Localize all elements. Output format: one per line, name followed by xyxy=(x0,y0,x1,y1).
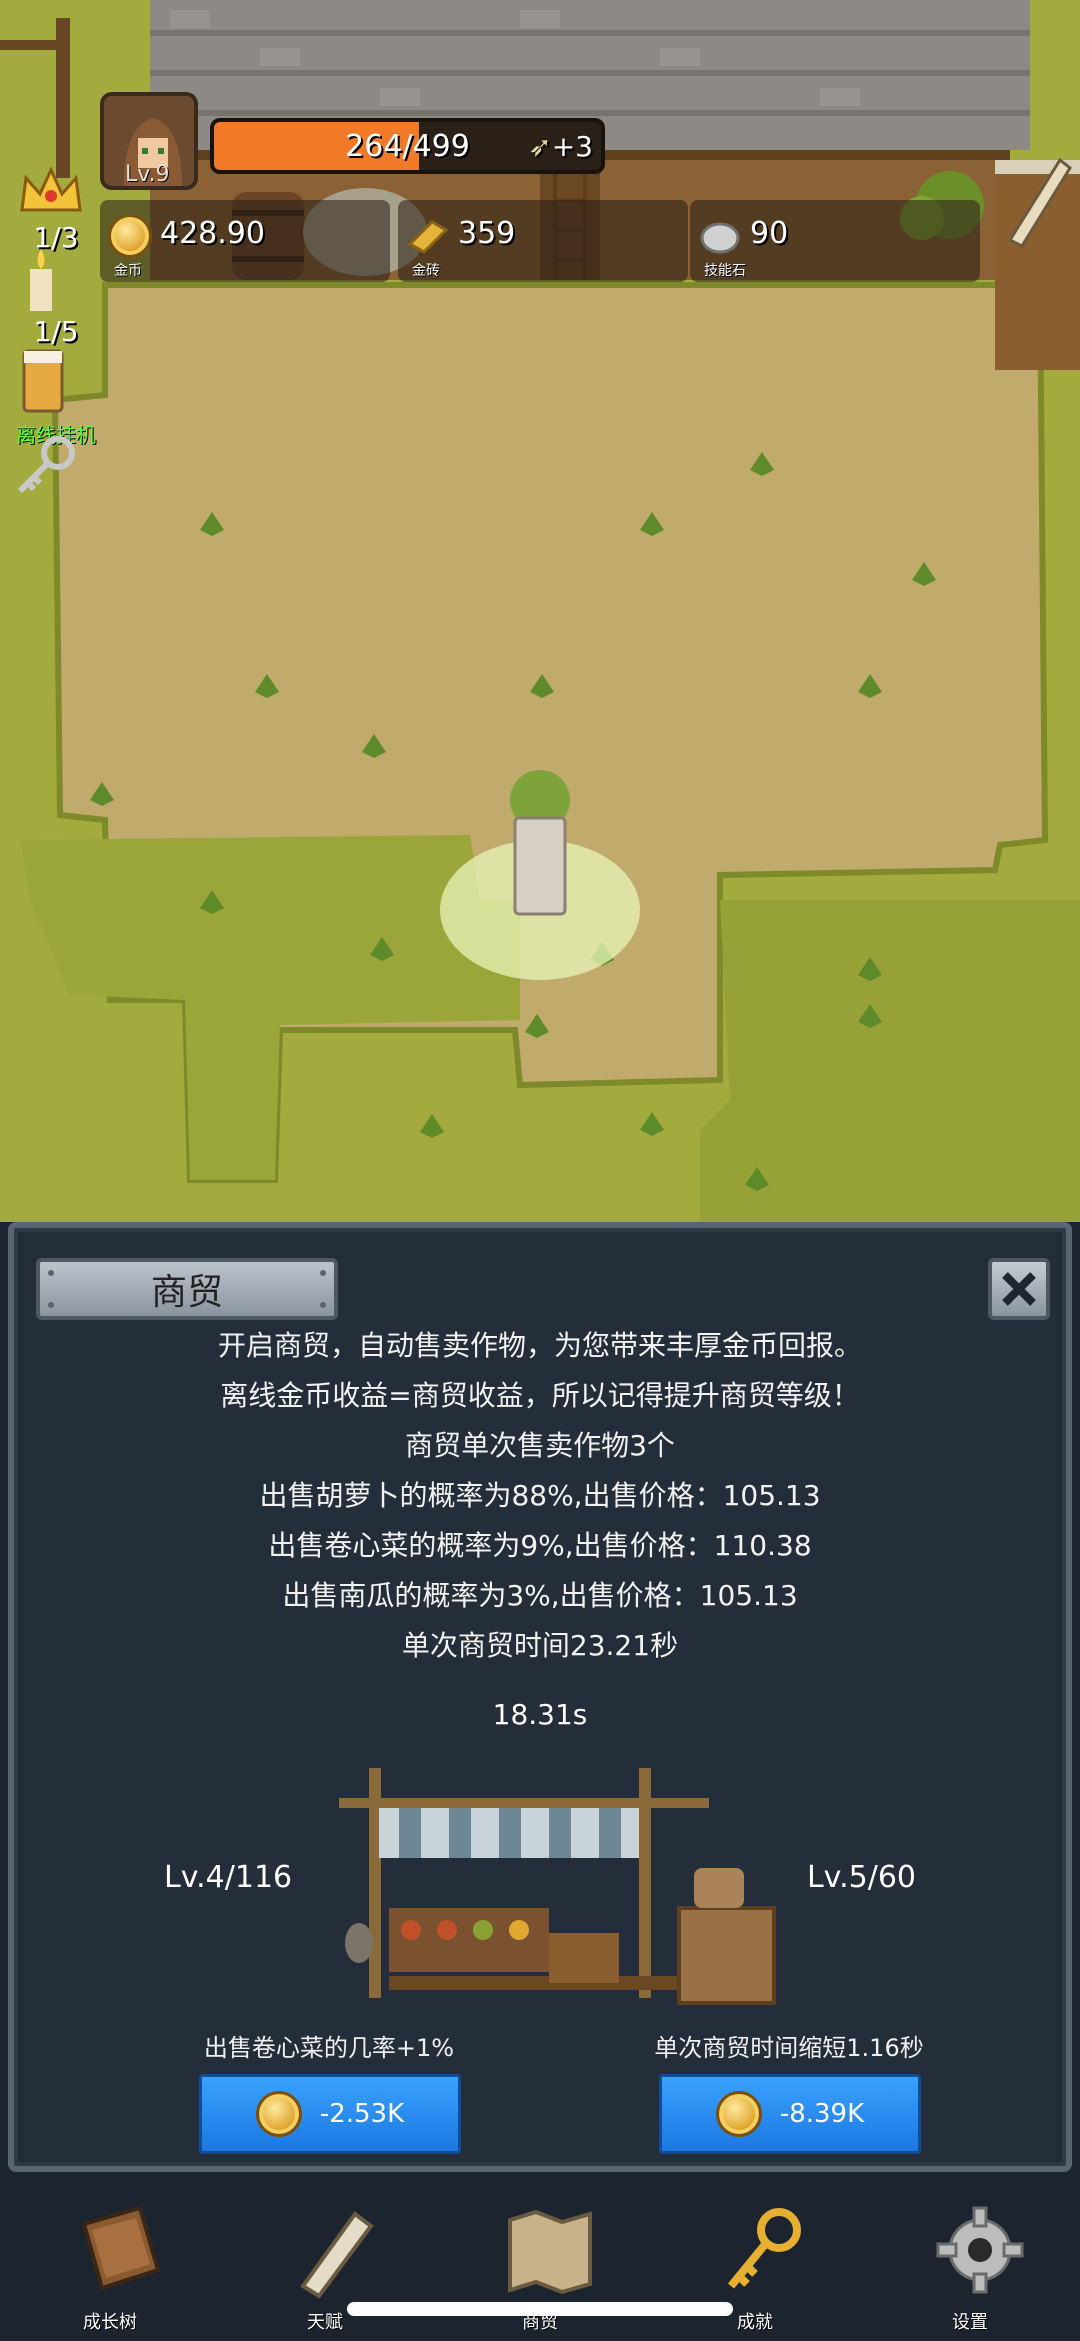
desc-line: 出售南瓜的概率为3%,出售价格：105.13 xyxy=(282,1579,798,1612)
game-screen: Lv.9 264/499 ➶+3 428.90 金币 359 金砖 90 技能石… xyxy=(0,0,1080,2341)
gold-brick-counter: 359 金砖 xyxy=(398,200,688,282)
right-upgrade-level: Lv.5/60 xyxy=(806,1860,916,1895)
nav-talent[interactable]: 天赋 xyxy=(255,2200,395,2333)
afk-button[interactable]: 离线挂机 xyxy=(10,423,102,494)
panel-title: 商贸 xyxy=(36,1258,338,1320)
nav-growth-tree[interactable]: 成长树 xyxy=(40,2200,180,2333)
drink-item[interactable]: 1/5 xyxy=(16,315,96,413)
desc-line: 出售胡萝卜的概率为88%,出售价格：105.13 xyxy=(259,1479,821,1512)
gold-label: 金币 xyxy=(114,263,142,279)
gear-icon xyxy=(936,2206,1024,2294)
desc-line: 开启商贸，自动售卖作物，为您带来丰厚金币回报。 xyxy=(217,1329,862,1362)
skill-stone-icon xyxy=(698,214,742,258)
upgrade-cost: -2.53K xyxy=(319,2099,405,2129)
gold-coin-icon xyxy=(255,2091,302,2137)
candle-item[interactable]: 1/3 xyxy=(16,221,96,311)
key-icon xyxy=(17,436,75,494)
golden-key-icon xyxy=(727,2208,801,2289)
gold-brick-icon xyxy=(406,214,450,258)
nav-achievement[interactable]: 成就 xyxy=(685,2200,825,2333)
nav-settings[interactable]: 设置 xyxy=(900,2200,1040,2333)
upgrade-cost: -8.39K xyxy=(779,2099,865,2129)
drink-mug-icon xyxy=(22,349,64,413)
map-icon xyxy=(508,2209,592,2295)
nav-trade[interactable]: 商贸 xyxy=(470,2200,610,2333)
left-upgrade-level: Lv.4/116 xyxy=(164,1860,293,1895)
nav-label: 成长树 xyxy=(83,2312,137,2333)
candle-icon xyxy=(30,249,52,311)
market-stall-icon xyxy=(339,1768,776,2005)
farm-scene: Lv.9 264/499 ➶+3 428.90 金币 359 金砖 90 技能石… xyxy=(0,0,1080,1222)
home-indicator[interactable] xyxy=(347,2302,733,2316)
gold-coin-icon xyxy=(108,214,152,258)
trade-panel: 商贸 开启商贸，自动售卖作物，为您带来丰厚金币回报。 离线金币收益=商贸收益，所… xyxy=(8,1222,1072,2172)
feather-icon: ➶ xyxy=(528,130,552,163)
upgrade-label-right: 单次商贸时间缩短1.16秒 xyxy=(654,2034,924,2062)
upgrade-cabbage-rate-button[interactable]: -2.53K xyxy=(199,2074,461,2154)
desc-line: 单次商贸时间23.21秒 xyxy=(401,1629,679,1662)
gold-brick-label: 金砖 xyxy=(412,263,440,279)
upgrade-trade-time-button[interactable]: -8.39K xyxy=(659,2074,921,2154)
skill-stone-label: 技能石 xyxy=(704,263,746,279)
bottom-nav: 成长树 天赋 商贸 成就 设置 xyxy=(0,2180,1080,2341)
upgrade-label-left: 出售卷心菜的几率+1% xyxy=(203,2034,455,2062)
xp-bar: 264/499 ➶+3 xyxy=(210,118,605,174)
gold-coin-icon xyxy=(715,2091,762,2137)
market-stall-image xyxy=(339,1758,779,2012)
drink-count: 1/5 xyxy=(33,315,79,348)
gold-value: 428.90 xyxy=(160,216,265,251)
panel-title-text: 商贸 xyxy=(150,1272,223,1313)
skill-stone-value: 90 xyxy=(750,216,789,251)
book-icon xyxy=(81,2205,161,2291)
close-button[interactable] xyxy=(988,1258,1050,1320)
scroll-icon xyxy=(300,2211,374,2299)
crown-icon xyxy=(20,166,82,212)
trade-timer: 18.31s xyxy=(492,1698,588,1731)
desc-line: 离线金币收益=商贸收益，所以记得提升商贸等级！ xyxy=(220,1379,860,1412)
player-level: Lv.9 xyxy=(125,162,170,187)
xp-bonus: ➶+3 xyxy=(528,130,593,163)
desc-line: 出售卷心菜的概率为9%,出售价格：110.38 xyxy=(268,1529,812,1562)
gold-counter: 428.90 金币 xyxy=(100,200,390,282)
gold-brick-value: 359 xyxy=(458,216,516,251)
nav-label: 设置 xyxy=(952,2312,988,2333)
desc-line: 商贸单次售卖作物3个 xyxy=(405,1429,675,1462)
close-icon xyxy=(1002,1272,1036,1306)
skill-stone-counter: 90 技能石 xyxy=(690,200,980,282)
